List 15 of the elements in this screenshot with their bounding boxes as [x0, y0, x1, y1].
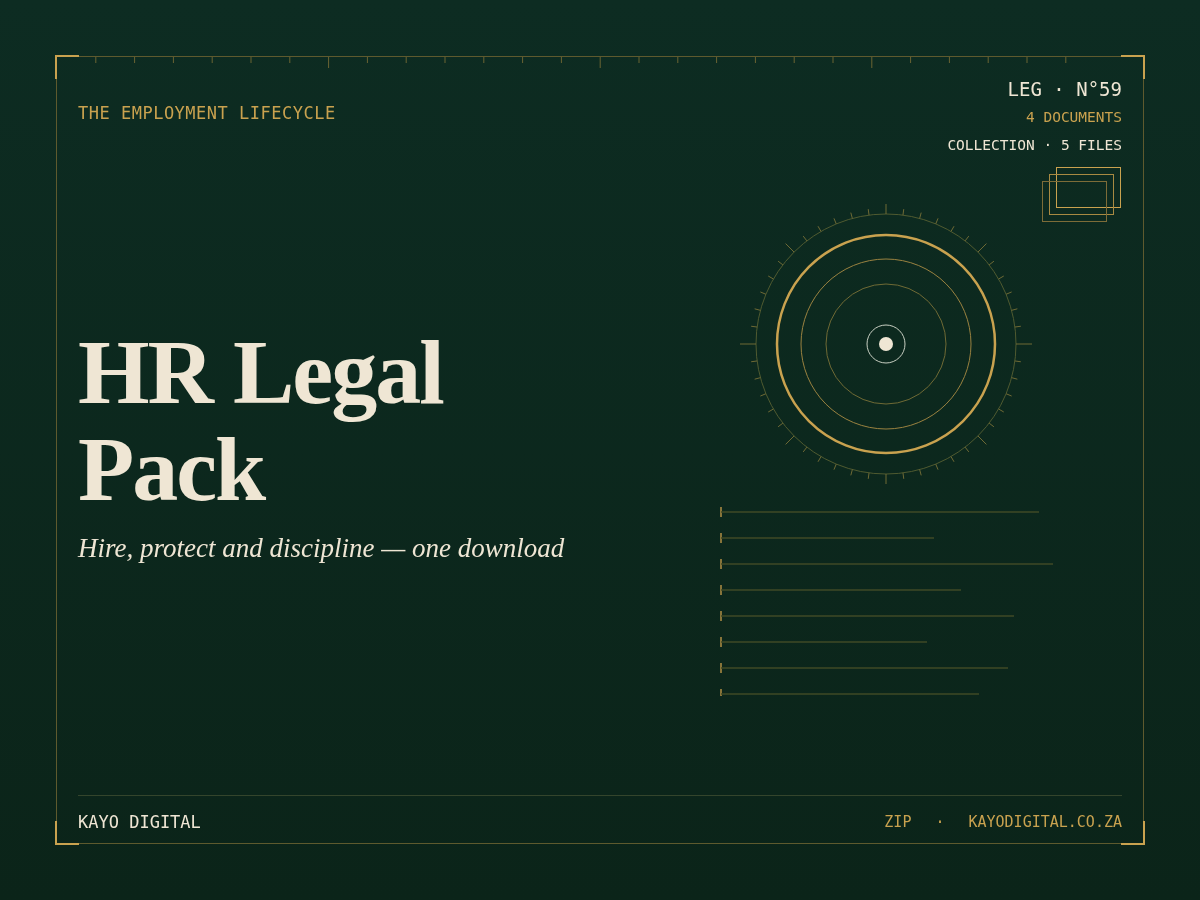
collection-info: COLLECTION · 5 FILES: [947, 136, 1122, 155]
file-format: ZIP: [884, 812, 912, 833]
brand-name: KAYO DIGITAL: [78, 810, 201, 834]
corner-mark: [55, 821, 79, 845]
corner-mark: [55, 55, 79, 79]
separator-dot: ·: [935, 812, 945, 833]
document-count: 4 DOCUMENTS: [1025, 108, 1122, 127]
catalog-code: LEG · N°59: [1007, 77, 1122, 101]
website-address: KAYODIGITAL.CO.ZA: [968, 812, 1122, 833]
pack-title: HR Legal Pack: [78, 324, 445, 518]
corner-mark: [1121, 55, 1145, 79]
section-label: THE EMPLOYMENT LIFECYCLE: [78, 103, 336, 123]
stacked-frames-icon: [1042, 167, 1122, 223]
corner-mark: [1121, 821, 1145, 845]
subtitle: Hire, protect and discipline — one download: [78, 532, 566, 565]
